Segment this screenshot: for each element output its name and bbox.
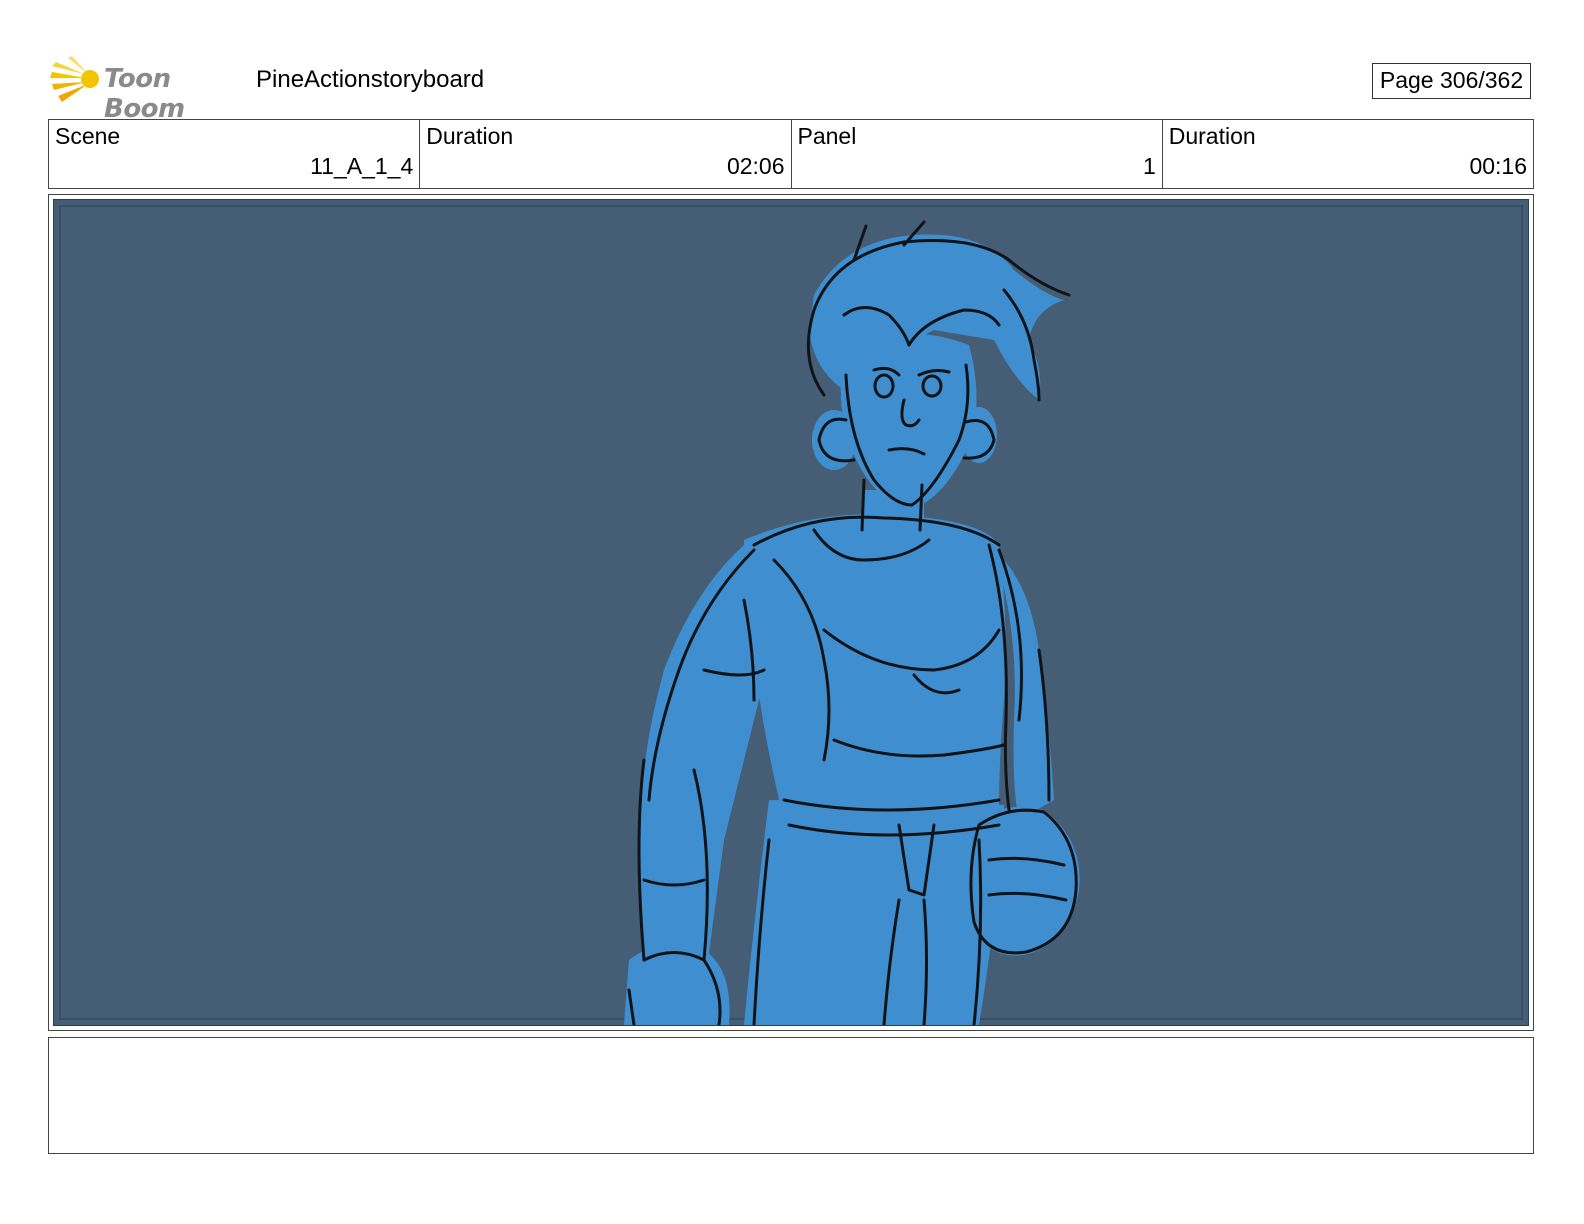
panel-cell: Panel 1 [792, 120, 1163, 188]
scene-duration-cell: Duration 02:06 [420, 120, 792, 188]
panel-value: 1 [1142, 153, 1156, 179]
panel-duration-value: 00:16 [1469, 153, 1527, 179]
panel-drawing [53, 199, 1529, 1026]
toon-boom-logo: Toon Boom [50, 54, 240, 124]
panel-info-table: Scene 11_A_1_4 Duration 02:06 Panel 1 Du… [48, 119, 1534, 189]
page-number: Page 306/362 [1372, 63, 1531, 99]
storyboard-panel-frame [48, 194, 1534, 1031]
scene-value: 11_A_1_4 [310, 153, 414, 179]
scene-cell: Scene 11_A_1_4 [49, 120, 421, 188]
panel-notes-box [48, 1037, 1534, 1154]
panel-duration-cell: Duration 00:16 [1163, 120, 1533, 188]
scene-label: Scene [55, 123, 121, 149]
project-title: PineActionstoryboard [256, 66, 485, 93]
scene-duration-label: Duration [426, 123, 514, 149]
panel-label: Panel [797, 123, 857, 149]
scene-duration-value: 02:06 [726, 153, 785, 179]
logo-wordmark: Toon Boom [104, 64, 185, 124]
starburst-icon [50, 56, 99, 102]
panel-duration-label: Duration [1168, 123, 1256, 149]
character-sketch [624, 220, 1080, 1025]
